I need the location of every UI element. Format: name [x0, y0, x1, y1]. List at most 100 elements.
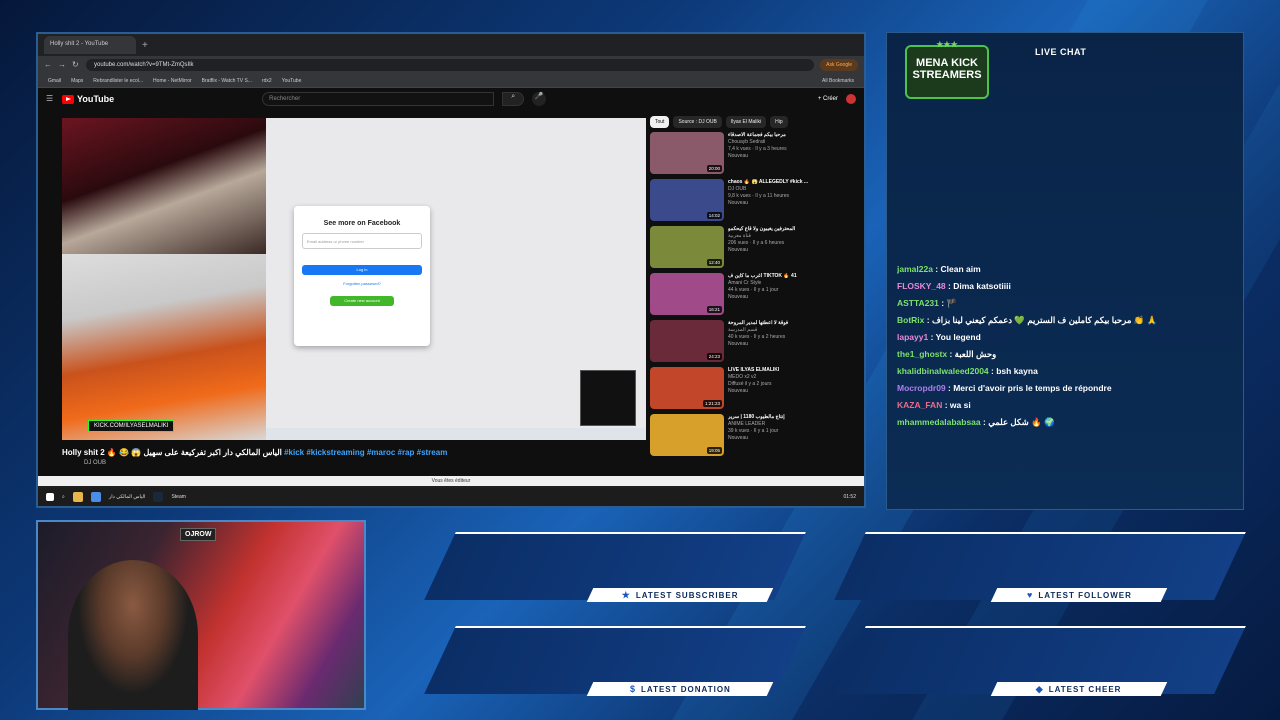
mic-icon[interactable]: 🎤: [532, 92, 547, 106]
mena-kick-logo: ★★★ MENA KICK STREAMERS: [905, 40, 989, 99]
recommendation-item[interactable]: 12:40 المحترفين يغيبون ولا قاع كيحكمو قناة…: [650, 226, 860, 272]
bookmark-item[interactable]: YouTube: [282, 78, 302, 84]
chat-separator: :: [947, 349, 955, 359]
bookmark-item[interactable]: Bratflix - Watch TV S...: [202, 78, 252, 84]
ask-google-button[interactable]: Ask Google: [820, 59, 858, 71]
chat-username[interactable]: jamal22a: [897, 264, 933, 274]
recommendation-thumbnail[interactable]: 12:40: [650, 226, 724, 268]
recommendation-title[interactable]: فوقة لا اعطتها لمدير المروحة: [728, 320, 788, 327]
bookmark-item[interactable]: rdx2: [262, 78, 272, 84]
star-icon: ★: [621, 589, 631, 600]
recommendation-title[interactable]: chaos 🔥 😱 ALLEGEDLY #kick ...: [728, 179, 808, 186]
file-explorer-icon[interactable]: [72, 492, 83, 502]
webcam-capture: OJROW: [36, 520, 366, 710]
address-bar[interactable]: youtube.com/watch?v=9TMt-ZmQsIlk: [86, 59, 815, 71]
bookmark-item[interactable]: Maps: [71, 78, 83, 84]
recommendation-item[interactable]: 20:00 مرحبا بيكم فجماعة الاصدقاء Chouayb S…: [650, 132, 860, 178]
chat-username[interactable]: ASTTA231: [897, 298, 939, 308]
latest-follower-text: LATEST FOLLOWER: [1037, 590, 1132, 600]
taskbar-chrome-label[interactable]: الياس المالكي دار: [109, 494, 146, 500]
account-avatar[interactable]: [846, 94, 856, 104]
recommendation-channel[interactable]: قناة مغربية: [728, 233, 795, 240]
taskbar-steam-label[interactable]: Steam: [171, 494, 185, 500]
video-channel[interactable]: DJ OUB: [84, 460, 106, 466]
recommendation-item[interactable]: 1:21:23 LIVE ILYAS ELMALIKI MEDO x2 v2 Diff…: [650, 367, 860, 413]
taskbar-clock: 01:52: [843, 494, 856, 500]
video-player[interactable]: KICK.COM/ILYASELMALIKI See more on Faceb…: [62, 118, 646, 440]
recommendation-title[interactable]: أغرب ما كاين ف TIKTOK 🔥 41: [728, 273, 797, 280]
chat-username[interactable]: mhammedalababsaa: [897, 417, 981, 427]
recommendation-item[interactable]: 24:23 فوقة لا اعطتها لمدير المروحة قسم الم…: [650, 320, 860, 366]
chip-ilyas[interactable]: Ilyas El Maliki: [725, 116, 767, 128]
chat-username[interactable]: KAZA_FAN: [897, 400, 942, 410]
chat-username[interactable]: the1_ghostx: [897, 349, 947, 359]
recommendation-channel[interactable]: Amani Cr Style: [728, 280, 797, 287]
recommendation-thumbnail[interactable]: 19:05: [650, 414, 724, 456]
facebook-create-button[interactable]: Create new account: [330, 296, 394, 306]
chip-source[interactable]: Source : DJ OUB: [673, 116, 722, 128]
bookmark-item[interactable]: Home - NetMirror: [153, 78, 192, 84]
new-badge: Nouveau: [728, 294, 749, 300]
latest-subscriber-text: LATEST SUBSCRIBER: [635, 590, 739, 600]
chip-all[interactable]: Tout: [650, 116, 670, 128]
video-duration: 24:23: [706, 353, 722, 360]
browser-capture: Holly shit 2 - YouTube + ← → ↻ youtube.c…: [36, 32, 866, 508]
taskbar-search-icon[interactable]: ⌕: [62, 494, 65, 500]
chat-username[interactable]: FLOSKY_48: [897, 281, 946, 291]
recommendation-thumbnail[interactable]: 16:21: [650, 273, 724, 315]
recommendation-item[interactable]: 14:02 chaos 🔥 😱 ALLEGEDLY #kick ... DJ OUB…: [650, 179, 860, 225]
recommendation-title[interactable]: مرحبا بيكم فجماعة الاصدقاء: [728, 132, 787, 139]
bookmark-item[interactable]: Gmail: [48, 78, 61, 84]
facebook-email-field[interactable]: Email address or phone number: [302, 233, 422, 249]
chat-username[interactable]: BotRix: [897, 315, 924, 325]
steam-icon[interactable]: [153, 492, 164, 502]
recommendation-title[interactable]: المحترفين يغيبون ولا قاع كيحكمو: [728, 226, 795, 233]
recommendation-stats: 206 vues · Il y a 6 heures: [728, 240, 785, 246]
create-button[interactable]: + Créer: [818, 96, 838, 102]
forward-icon[interactable]: →: [58, 61, 66, 69]
recommendation-thumbnail[interactable]: 24:23: [650, 320, 724, 362]
chat-username[interactable]: Mocropdr09: [897, 383, 946, 393]
recommendation-channel[interactable]: قسم المدرسة: [728, 327, 788, 334]
new-tab-icon[interactable]: +: [142, 40, 148, 51]
new-badge: Nouveau: [728, 388, 749, 394]
recommendation-meta: المحترفين يغيبون ولا قاع كيحكمو قناة مغرب…: [728, 226, 795, 272]
recommendation-item[interactable]: 16:21 أغرب ما كاين ف TIKTOK 🔥 41 Amani Cr …: [650, 273, 860, 319]
recommendation-channel[interactable]: ANIME LEADER: [728, 421, 785, 428]
recommendation-thumbnail[interactable]: 20:00: [650, 132, 724, 174]
youtube-logo[interactable]: YouTube: [62, 94, 114, 104]
recommendation-title[interactable]: إنتاج مالطيوب 1180 | سرير: [728, 414, 785, 421]
chat-separator: :: [928, 332, 936, 342]
chrome-icon[interactable]: [90, 492, 101, 502]
chat-username[interactable]: lapayy1: [897, 332, 928, 342]
recommendation-meta: LIVE ILYAS ELMALIKI MEDO x2 v2 Diffusé il …: [728, 367, 779, 413]
search-icon[interactable]: ⌕: [502, 92, 525, 106]
recommendation-meta: فوقة لا اعطتها لمدير المروحة قسم المدرسة 4…: [728, 320, 788, 366]
facebook-login-button[interactable]: Log in: [302, 265, 422, 275]
streamer-person: [68, 560, 198, 710]
video-hashtags[interactable]: #kick #kickstreaming #maroc #rap #stream: [284, 448, 447, 457]
facebook-forgot-link[interactable]: Forgotten password?: [302, 281, 422, 286]
back-icon[interactable]: ←: [44, 61, 52, 69]
chip-hip[interactable]: Hip: [770, 116, 788, 128]
recommendation-channel[interactable]: Chouayb Sedrati: [728, 139, 787, 146]
youtube-search-input[interactable]: Rechercher: [262, 92, 495, 106]
recommendation-item[interactable]: 19:05 إنتاج مالطيوب 1180 | سرير ANIME LEAD…: [650, 414, 860, 460]
video-duration: 1:21:23: [702, 400, 722, 407]
bookmark-item[interactable]: Rebrandlister le ecol...: [93, 78, 143, 84]
windows-start-icon[interactable]: [46, 493, 54, 501]
recommendation-channel[interactable]: DJ OUB: [728, 186, 808, 193]
recommendation-title[interactable]: LIVE ILYAS ELMALIKI: [728, 367, 779, 374]
recommendation-thumbnail[interactable]: 1:21:23: [650, 367, 724, 409]
recommendation-thumbnail[interactable]: 14:02: [650, 179, 724, 221]
chat-text: وحش اللعبة: [954, 349, 997, 359]
video-duration: 20:00: [706, 165, 722, 172]
all-bookmarks[interactable]: All Bookmarks: [822, 78, 854, 84]
video-title: Holly shit 2 🔥 😂 😱 الياس المالكي دار اكب…: [62, 448, 447, 457]
chat-username[interactable]: khalidbinalwaleed2004: [897, 366, 989, 376]
recommendation-channel[interactable]: MEDO x2 v2: [728, 374, 779, 381]
video-duration: 19:05: [706, 447, 722, 454]
browser-tab[interactable]: Holly shit 2 - YouTube: [44, 36, 136, 54]
reload-icon[interactable]: ↻: [72, 61, 80, 69]
menu-icon[interactable]: ☰: [46, 95, 54, 103]
